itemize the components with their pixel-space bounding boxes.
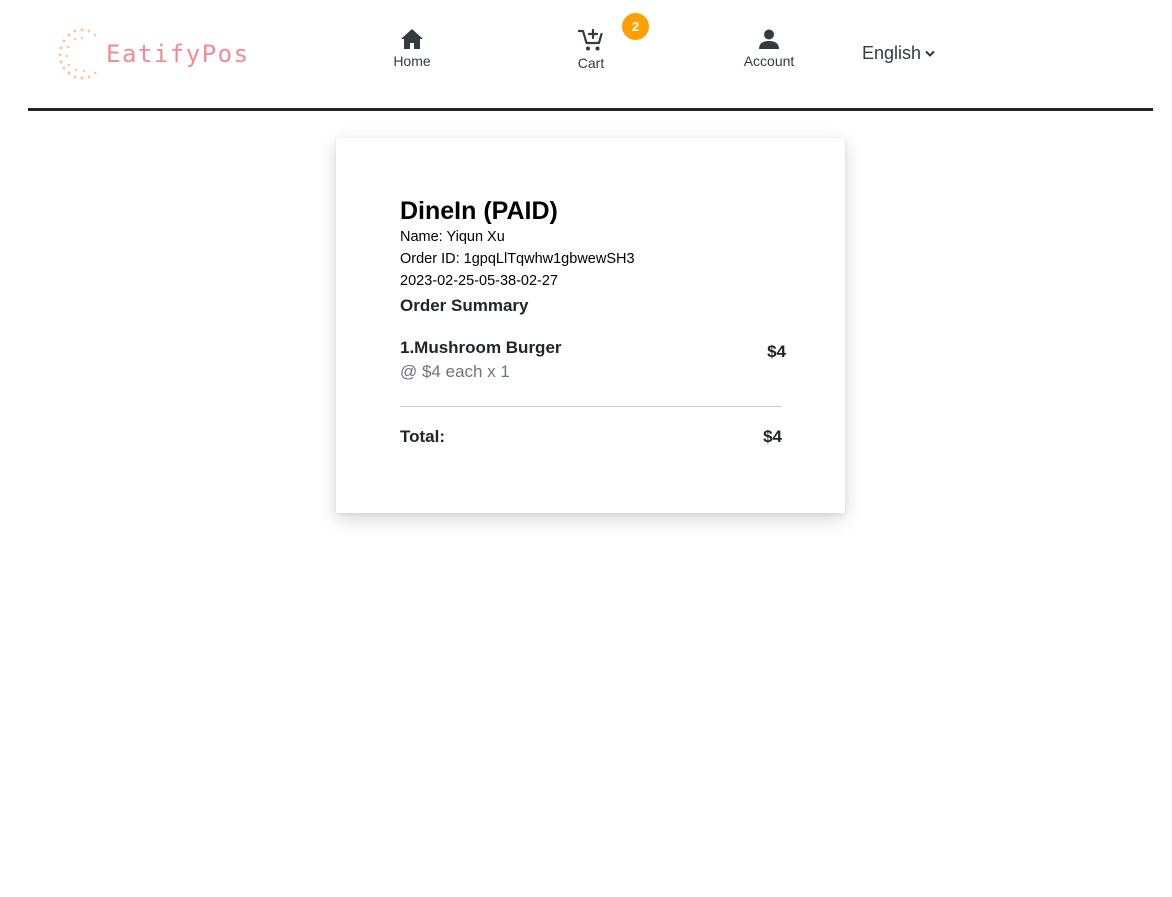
customer-name: Name: Yiqun Xu <box>400 229 505 245</box>
nav-home[interactable]: Home <box>367 28 457 69</box>
order-receipt-content: DineIn (PAID) Name: Yiqun Xu Order ID: 1… <box>400 196 786 447</box>
order-title: DineIn (PAID) <box>400 197 558 225</box>
order-item-name: 1.Mushroom Burger <box>400 338 562 357</box>
order-timestamp: 2023-02-25-05-38-02-27 <box>400 273 558 289</box>
logo-dots-icon <box>58 28 97 80</box>
language-selector[interactable]: English <box>862 43 935 64</box>
order-summary-heading: Order Summary <box>400 296 529 315</box>
brand-name: EatifyPos <box>106 40 250 68</box>
top-navbar: EatifyPos Home Cart 2 Account English <box>28 0 1153 111</box>
order-item-detail: @ $4 each x 1 <box>400 362 510 381</box>
order-item-row: 1.Mushroom Burger @ $4 each x 1 $4 <box>400 338 786 388</box>
nav-home-label: Home <box>393 53 431 69</box>
nav-cart[interactable]: Cart 2 <box>546 13 649 71</box>
account-icon <box>759 29 779 49</box>
summary-divider <box>400 406 782 407</box>
nav-account[interactable]: Account <box>724 28 814 69</box>
order-item-price: $4 <box>767 342 786 361</box>
chevron-down-icon <box>925 50 935 57</box>
cart-count-badge: 2 <box>622 13 649 40</box>
nav-account-label: Account <box>743 53 795 69</box>
total-label: Total: <box>400 427 446 446</box>
language-label: English <box>862 43 922 63</box>
nav-cart-label: Cart <box>577 55 605 71</box>
order-total-row: Total: $4 <box>400 427 782 447</box>
home-icon <box>401 29 423 49</box>
cart-icon <box>578 28 603 51</box>
order-receipt-card: DineIn (PAID) Name: Yiqun Xu Order ID: 1… <box>336 138 845 513</box>
order-id: Order ID: 1gpqLlTqwhw1gbwewSH3 <box>400 251 635 267</box>
brand-logo[interactable]: EatifyPos <box>56 26 250 82</box>
total-value: $4 <box>763 427 782 446</box>
